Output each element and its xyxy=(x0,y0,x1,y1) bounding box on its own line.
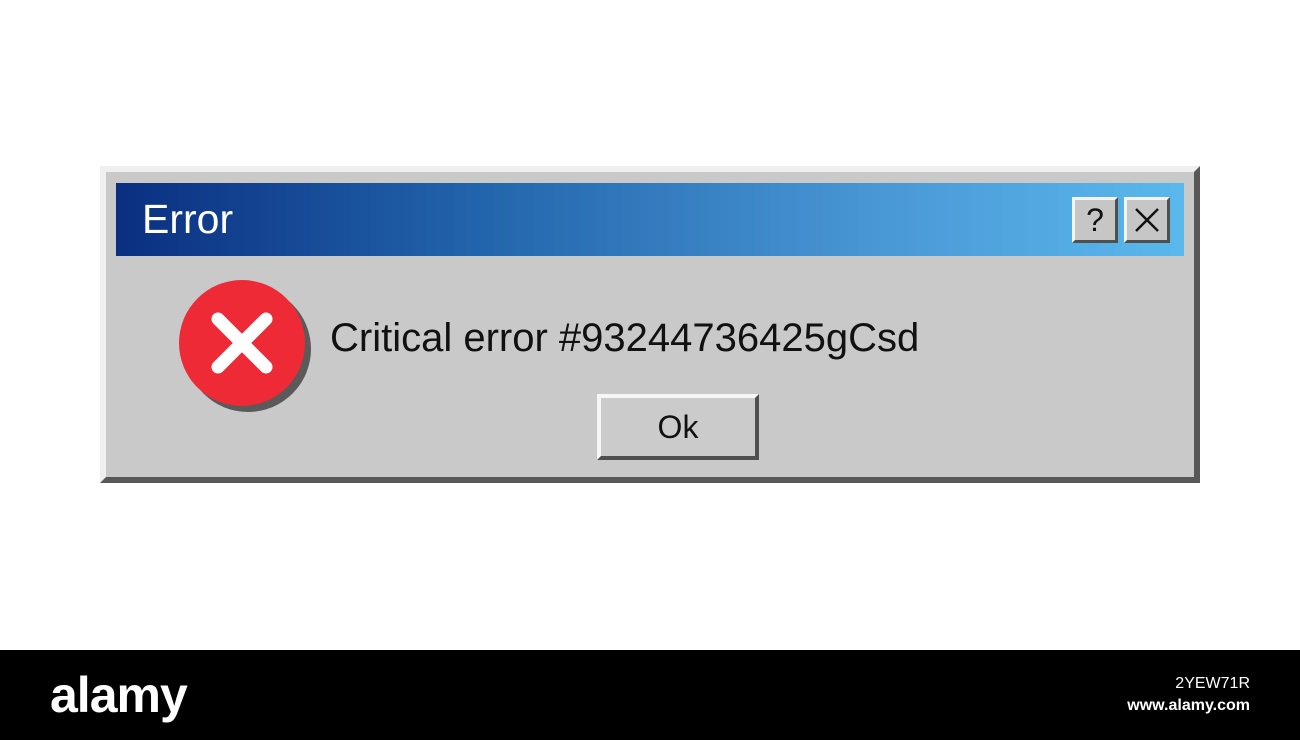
alamy-logo: alamy xyxy=(50,667,188,723)
close-button[interactable] xyxy=(1124,197,1170,243)
error-x-icon xyxy=(179,280,311,412)
site-url: www.alamy.com xyxy=(1127,697,1250,714)
ok-button[interactable]: Ok xyxy=(597,394,759,460)
image-id: 2YEW71R xyxy=(1175,675,1250,692)
help-button-label: ? xyxy=(1086,202,1104,238)
title-bar[interactable]: Error ? xyxy=(116,183,1184,256)
dialog-title: Error xyxy=(142,196,234,242)
stock-banner: alamy 2YEW71R www.alamy.com xyxy=(0,650,1300,740)
screen: Error ? Critical error #93244736425gCsd … xyxy=(0,0,1300,740)
close-icon xyxy=(1135,208,1159,232)
error-dialog: Error ? Critical error #93244736425gCsd … xyxy=(100,166,1200,483)
help-button[interactable]: ? xyxy=(1072,197,1118,243)
error-message: Critical error #93244736425gCsd xyxy=(330,316,920,360)
